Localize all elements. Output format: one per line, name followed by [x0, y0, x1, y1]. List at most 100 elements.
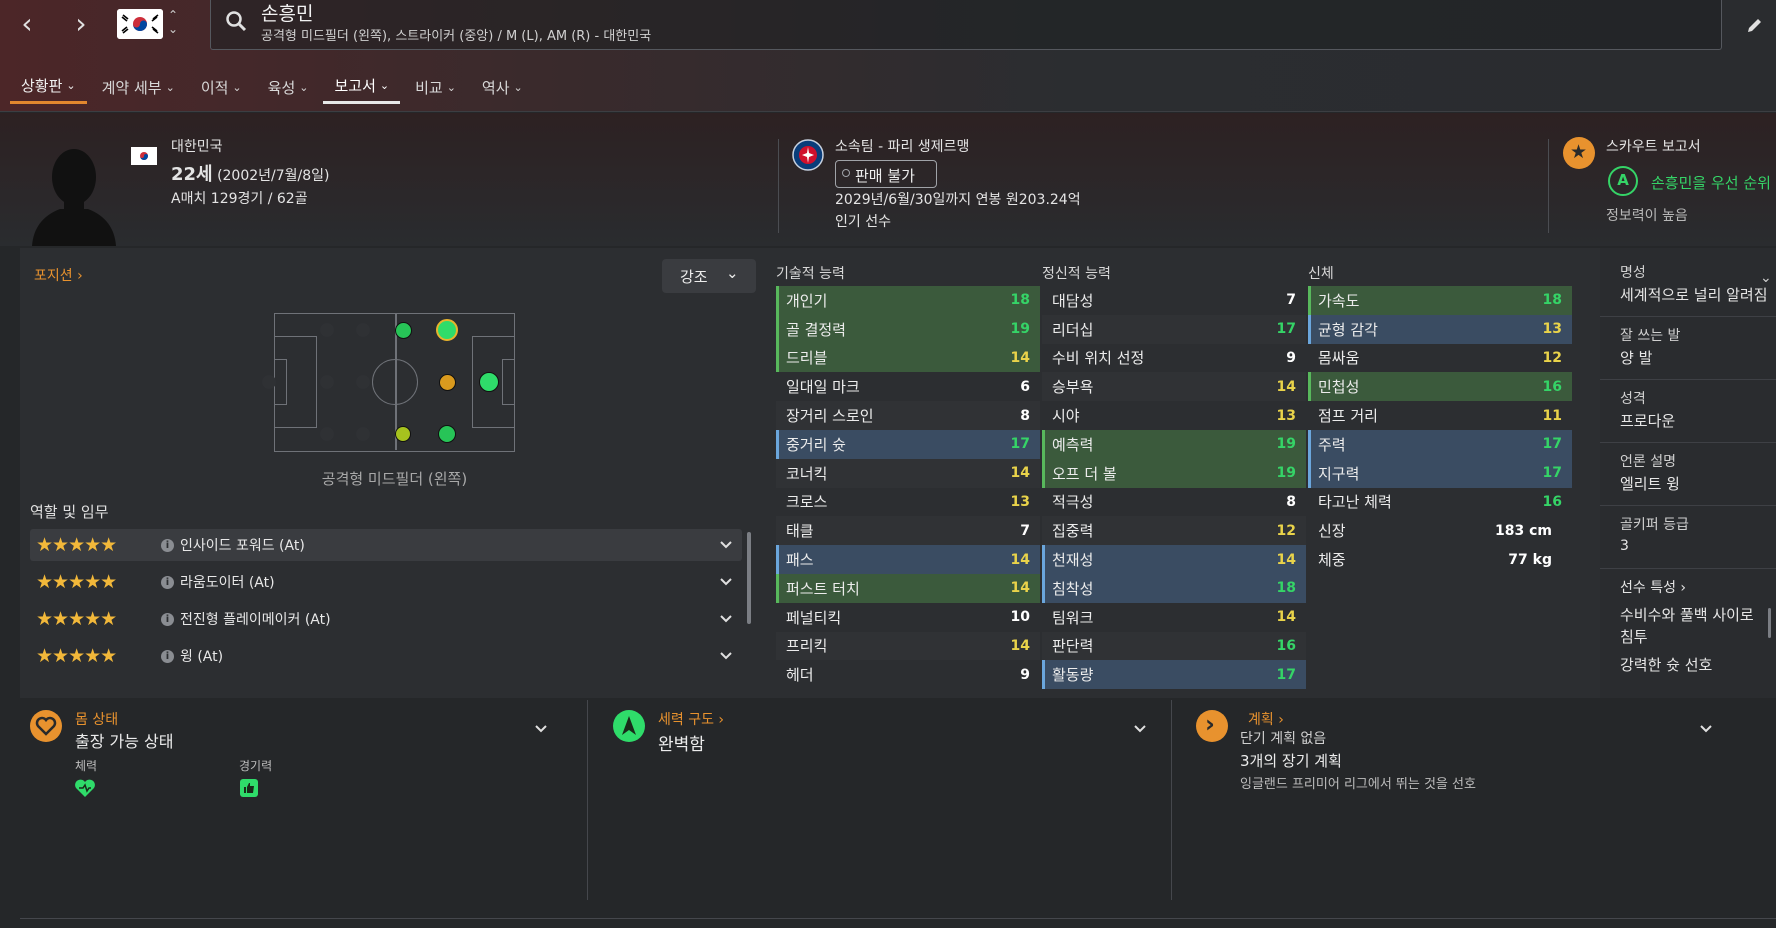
attribute-row[interactable]: 헤더 9	[776, 660, 1040, 689]
info-icon[interactable]: i	[161, 538, 174, 552]
nation-name[interactable]: 대한민국	[171, 136, 223, 156]
korea-flag-icon[interactable]	[117, 9, 163, 39]
attribute-row[interactable]: 집중력 12	[1042, 516, 1306, 546]
roles-scrollbar[interactable]	[747, 532, 751, 624]
attribute-row[interactable]: 타고난 체력 16	[1308, 488, 1572, 517]
attribute-row[interactable]: 오프 더 볼 19	[1042, 458, 1306, 488]
tab-reports[interactable]: 보고서 ⌄	[323, 70, 401, 104]
position-dot	[320, 323, 334, 337]
transfer-status-badge[interactable]: 판매 불가	[835, 160, 937, 188]
chevron-down-icon: ⌄	[446, 80, 456, 94]
attribute-row[interactable]: 판단력 16	[1042, 631, 1306, 661]
attribute-row[interactable]: 코너킥 14	[776, 458, 1040, 488]
thumbs-up-icon	[240, 779, 258, 797]
role-row[interactable]: ★★★★★ i 전진형 플레이메이커 (At)	[30, 603, 742, 635]
traits-scrollbar[interactable]	[1768, 608, 1771, 638]
scout-report-title[interactable]: 스카우트 보고서	[1606, 136, 1701, 156]
tab-development[interactable]: 육성 ⌄	[257, 70, 320, 104]
tab-history[interactable]: 역사 ⌄	[471, 70, 534, 104]
role-stars: ★★★★★	[36, 534, 117, 556]
attribute-row[interactable]: 팀워크 14	[1042, 603, 1306, 632]
attribute-row[interactable]: 가속도 18	[1308, 286, 1572, 315]
chevron-down-icon[interactable]	[1132, 720, 1148, 736]
info-icon[interactable]: i	[161, 649, 174, 663]
chevron-down-icon[interactable]	[718, 573, 734, 589]
back-icon[interactable]: ‹	[12, 10, 42, 40]
chevron-right-icon: ›	[1196, 710, 1228, 742]
dynamics-value: 완벽함	[658, 735, 705, 755]
role-label: 인사이드 포워드 (At)	[180, 538, 305, 554]
chevron-down-icon[interactable]	[1698, 720, 1714, 736]
attribute-row[interactable]: 민첩성 16	[1308, 372, 1572, 402]
reputation-label: 명성	[1620, 265, 1646, 281]
role-stars: ★★★★★	[36, 571, 117, 593]
popularity: 인기 선수	[835, 214, 891, 230]
player-search-bar[interactable]: 손흥민 공격형 미드필더 (왼쪽), 스트라이커 (중앙) / M (L), A…	[210, 0, 1722, 50]
chevron-down-icon[interactable]	[533, 720, 549, 736]
tab-compare[interactable]: 비교 ⌄	[404, 70, 467, 104]
nation-flag-icon	[131, 147, 157, 165]
attribute-row[interactable]: 패스 14	[776, 545, 1040, 574]
attribute-row[interactable]: 적극성 8	[1042, 488, 1306, 517]
attribute-row[interactable]: 활동량 17	[1042, 660, 1306, 690]
search-icon	[226, 11, 247, 32]
forward-icon[interactable]: ›	[66, 10, 96, 40]
attribute-row[interactable]: 리더십 17	[1042, 314, 1306, 344]
club-name[interactable]: 소속팀 - 파리 생제르맹	[835, 136, 969, 156]
attribute-row[interactable]: 균형 감각 13	[1308, 314, 1572, 344]
tab-contract[interactable]: 계약 세부 ⌄	[91, 70, 186, 104]
dynamics-link[interactable]: 세력 구도 ›	[658, 709, 724, 729]
attribute-row[interactable]: 주력 17	[1308, 429, 1572, 459]
position-dot-selected[interactable]	[436, 319, 458, 341]
role-row[interactable]: ★★★★★ i 인사이드 포워드 (At)	[30, 529, 742, 561]
attribute-row[interactable]: 시야 13	[1042, 401, 1306, 430]
chevron-down-icon[interactable]: ⌄	[1760, 270, 1772, 286]
attribute-row[interactable]: 개인기 18	[776, 286, 1040, 315]
attribute-row[interactable]: 퍼스트 터치 14	[776, 573, 1040, 603]
attribute-row[interactable]: 지구력 17	[1308, 458, 1572, 488]
attribute-row[interactable]: 드리블 14	[776, 343, 1040, 373]
attribute-row[interactable]: 골 결정력 19	[776, 314, 1040, 344]
chevron-down-icon[interactable]	[718, 647, 734, 663]
attribute-row[interactable]: 몸싸움 12	[1308, 344, 1572, 373]
role-row[interactable]: ★★★★★ i 윙 (At)	[30, 640, 742, 672]
position-dot-natural	[395, 322, 412, 339]
attribute-row[interactable]: 승부욕 14	[1042, 372, 1306, 402]
highlight-dropdown[interactable]: 강조 ⌄	[662, 259, 756, 293]
tag-icon	[842, 169, 850, 177]
short-term-plan: 단기 계획 없음	[1240, 731, 1327, 747]
chevron-down-icon[interactable]	[718, 536, 734, 552]
attribute-row[interactable]: 수비 위치 선정 9	[1042, 344, 1306, 373]
tab-overview[interactable]: 상황판 ⌄	[10, 70, 87, 104]
attribute-row[interactable]: 태클 7	[776, 516, 1040, 546]
attribute-row[interactable]: 침착성 18	[1042, 573, 1306, 603]
attribute-row[interactable]: 점프 거리 11	[1308, 401, 1572, 430]
position-link[interactable]: 포지션 ›	[34, 265, 83, 285]
player-traits-link[interactable]: 선수 특성 ›	[1620, 577, 1776, 597]
position-caption: 공격형 미드필더 (왼쪽)	[321, 470, 468, 488]
player-silhouette-icon	[32, 149, 116, 246]
attribute-row[interactable]: 예측력 19	[1042, 429, 1306, 459]
attribute-row[interactable]: 크로스 13	[776, 488, 1040, 517]
player-header: 대한민국 22세 (2002년/7월/8일) A매치 129경기 / 62골 소…	[0, 113, 1776, 246]
star-icon: ★	[1563, 137, 1595, 169]
attribute-row[interactable]: 장거리 스로인 8	[776, 401, 1040, 430]
attribute-row[interactable]: 중거리 슛 17	[776, 429, 1040, 459]
attribute-row[interactable]: 페널티킥 10	[776, 603, 1040, 632]
info-icon[interactable]: i	[161, 575, 174, 589]
attribute-row[interactable]: 프리킥 14	[776, 631, 1040, 661]
role-row[interactable]: ★★★★★ i 라움도이터 (At)	[30, 566, 742, 598]
club-crest-icon[interactable]	[792, 139, 824, 171]
info-icon[interactable]: i	[161, 612, 174, 626]
physical-title: 신체	[1308, 266, 1334, 282]
tab-transfer[interactable]: 이적 ⌄	[190, 70, 253, 104]
dynamics-arrow-icon	[613, 710, 645, 742]
pencil-icon[interactable]	[1746, 16, 1764, 34]
plans-link[interactable]: 계획 ›	[1248, 709, 1284, 729]
chevron-down-icon[interactable]	[718, 610, 734, 626]
attribute-row[interactable]: 일대일 마크 6	[776, 372, 1040, 401]
attribute-row[interactable]: 대담성 7	[1042, 286, 1306, 315]
attribute-row[interactable]: 천재성 14	[1042, 545, 1306, 574]
position-pitch	[262, 313, 515, 452]
up-down-chevron-icon[interactable]: ⌃ ⌄	[168, 8, 178, 36]
